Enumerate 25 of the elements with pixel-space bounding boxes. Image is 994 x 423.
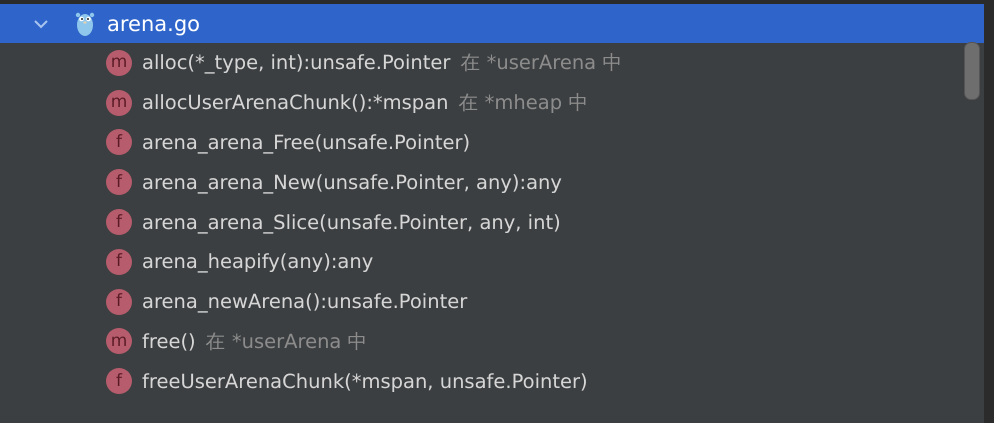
member-badge: f (106, 209, 132, 236)
member-signature: arena_arena_New(unsafe.Pointer, any):any (142, 170, 562, 194)
member-badge: m (106, 328, 132, 354)
member-badge: f (106, 368, 132, 394)
member-signature: freeUserArenaChunk(*mspan, unsafe.Pointer) (142, 370, 588, 393)
file-tree-row[interactable]: arena.go (0, 4, 984, 43)
file-name: arena.go (107, 12, 200, 36)
member-signature: alloc(*_type, int):unsafe.Pointer (142, 51, 450, 74)
member-signature: arena_newArena():unsafe.Pointer (142, 290, 468, 314)
member-location: 在 *userArena 中 (460, 50, 622, 76)
member-badge: f (106, 129, 132, 156)
gopher-icon (75, 10, 95, 36)
member-signature: arena_arena_Slice(unsafe.Pointer, any, int) (142, 210, 561, 234)
member-signature: free() (142, 330, 196, 353)
member-location: 在 *userArena 中 (206, 328, 368, 355)
member-badge: f (106, 288, 132, 315)
member-signature: allocUserArenaChunk():*mspan (142, 91, 448, 114)
member-location: 在 *mheap 中 (458, 90, 588, 116)
member-badge: f (106, 169, 132, 196)
member-badge: f (106, 248, 132, 275)
member-badge: m (106, 90, 132, 116)
member-signature: arena_arena_Free(unsafe.Pointer) (142, 130, 470, 154)
member-signature: arena_heapify(any):any (142, 250, 374, 274)
member-badge: m (106, 50, 132, 76)
scrollbar-thumb[interactable] (964, 42, 980, 100)
